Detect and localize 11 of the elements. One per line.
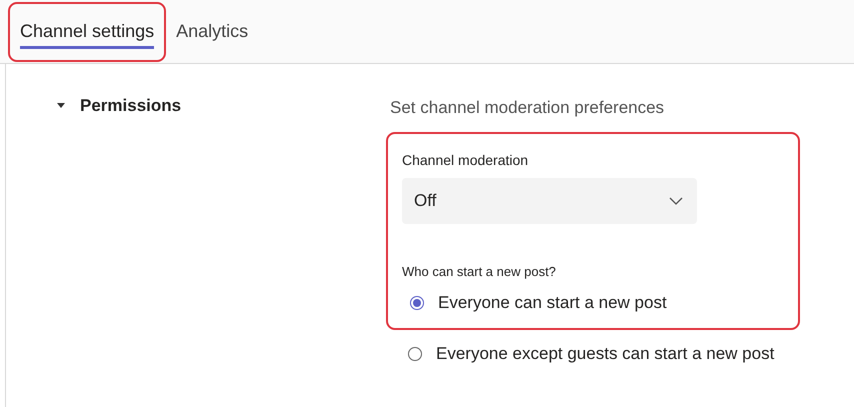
radio-button[interactable] bbox=[410, 296, 424, 310]
section-description: Set channel moderation preferences bbox=[390, 98, 666, 118]
tab[interactable]: Channel settings bbox=[20, 14, 154, 48]
caret-icon[interactable] bbox=[56, 103, 66, 109]
moderation-dropdown[interactable]: Off bbox=[402, 178, 697, 224]
chevron-down-icon bbox=[669, 197, 683, 205]
field-label: Channel moderation bbox=[402, 152, 528, 168]
radio-button[interactable] bbox=[408, 347, 422, 361]
question-label: Who can start a new post? bbox=[402, 264, 556, 279]
section-title: Permissions bbox=[80, 96, 182, 116]
tab[interactable]: Analytics bbox=[176, 14, 248, 48]
